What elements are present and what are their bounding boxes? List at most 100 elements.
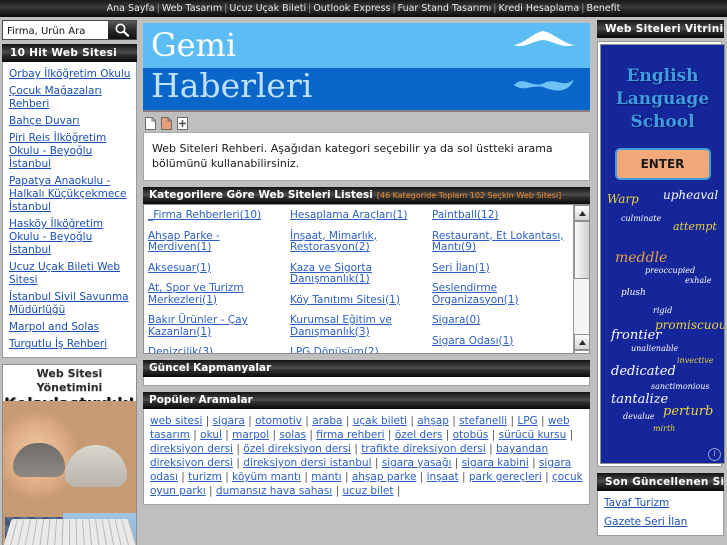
- cloud-word[interactable]: dedicated: [611, 364, 676, 379]
- popular-search-term[interactable]: ahşap: [417, 415, 449, 427]
- popular-search-term[interactable]: sürücü kursu: [499, 429, 567, 441]
- popular-search-term[interactable]: trafikte direksiyon dersi: [361, 443, 486, 455]
- nav-item-4[interactable]: Fuar Stand Tasarımı: [398, 3, 492, 14]
- category-link[interactable]: _Firma Rehberleri(10): [148, 209, 290, 222]
- category-link[interactable]: Köy Tanıtımı Sitesi(1): [290, 294, 432, 307]
- category-link[interactable]: Paintball(12): [432, 209, 574, 222]
- category-link[interactable]: Aksesuar(1): [148, 262, 290, 275]
- category-link[interactable]: İnşaat, Mimarlık, Restorasyon(2): [290, 230, 432, 254]
- nav-item-2[interactable]: Ucuz Uçak Bileti: [229, 3, 306, 14]
- search-button[interactable]: [108, 21, 136, 39]
- scroll-thumb[interactable]: [574, 221, 589, 279]
- cloud-word[interactable]: plush: [621, 288, 646, 298]
- nav-item-6[interactable]: Benefit: [586, 3, 620, 14]
- scroll-up-button-bottom[interactable]: [574, 334, 589, 350]
- list-item[interactable]: Gazete Seri İlan: [598, 513, 723, 532]
- nav-item-5[interactable]: Kredi Hesaplama: [498, 3, 579, 14]
- cloud-word[interactable]: Warp: [607, 192, 639, 206]
- cloud-word[interactable]: perturb: [663, 404, 713, 419]
- popular-search-term[interactable]: stefanelli: [459, 415, 507, 427]
- category-link[interactable]: Restaurant, Et Lokantası, Mantı(9): [432, 230, 574, 254]
- scroll-down-button[interactable]: [574, 350, 589, 353]
- popular-search-term[interactable]: solas: [279, 429, 306, 441]
- scroll-track[interactable]: [574, 279, 589, 334]
- cloud-word[interactable]: exhale: [685, 276, 711, 285]
- list-item[interactable]: Tavaf Turizm: [598, 494, 723, 513]
- list-item[interactable]: İstanbul Sivil Savunma Müdürlüğü: [3, 289, 136, 319]
- popular-search-term[interactable]: uçak bileti: [353, 415, 407, 427]
- category-link[interactable]: Ahşap Parke - Merdiven(1): [148, 230, 290, 254]
- cloud-word[interactable]: meddle: [615, 250, 667, 266]
- list-item[interactable]: Turgutlu İş Rehberi: [3, 336, 136, 353]
- page-icon[interactable]: [145, 116, 156, 130]
- popular-search-term[interactable]: web sitesi: [150, 415, 202, 427]
- list-item[interactable]: Ucuz Uçak Bileti Web Sitesi: [3, 259, 136, 289]
- popular-search-term[interactable]: direksiyon dersi istanbul: [243, 457, 371, 469]
- cloud-word[interactable]: promiscuous: [655, 318, 724, 332]
- nav-item-3[interactable]: Outlook Express: [313, 3, 390, 14]
- category-link[interactable]: At, Spor ve Turizm Merkezleri(1): [148, 282, 290, 306]
- popular-search-term[interactable]: ucuz bilet: [342, 485, 393, 497]
- cloud-word[interactable]: rigid: [653, 306, 672, 315]
- scroll-up-button[interactable]: [574, 205, 589, 221]
- category-link[interactable]: Kaza ve Sigorta Danışmanlık(1): [290, 262, 432, 286]
- cloud-word[interactable]: frontier: [611, 328, 662, 343]
- list-item[interactable]: Orbay İlköğretim Okulu: [3, 66, 136, 83]
- cloud-word[interactable]: invective: [677, 356, 713, 365]
- popular-search-term[interactable]: park gereçleri: [469, 471, 542, 483]
- cloud-word[interactable]: upheaval: [663, 188, 718, 202]
- list-item[interactable]: Piri Reis İlköğretim Okulu - Beyoğlu İst…: [3, 130, 136, 173]
- category-link[interactable]: Denizcilik(3): [148, 346, 290, 353]
- category-link[interactable]: Bakır Ürünler - Çay Kazanları(1): [148, 314, 290, 338]
- page-orange-icon[interactable]: [161, 116, 172, 130]
- popular-search-term[interactable]: direksiyon dersi: [150, 443, 233, 455]
- category-link[interactable]: Hesaplama Araçları(1): [290, 209, 432, 222]
- popular-search-term[interactable]: turizm: [188, 471, 222, 483]
- popular-search-term[interactable]: sigara yasağı: [382, 457, 452, 469]
- add-favorite-icon[interactable]: [177, 116, 188, 130]
- popular-search-term[interactable]: sigara kabini: [462, 457, 529, 469]
- list-item[interactable]: Bahçe Duvarı: [3, 113, 136, 130]
- search-box[interactable]: [2, 20, 137, 40]
- popular-search-term[interactable]: özel ders: [395, 429, 443, 441]
- category-link[interactable]: Sigara Odası(1): [432, 335, 574, 348]
- cloud-word[interactable]: sanctimonious: [651, 382, 709, 391]
- popular-search-term[interactable]: okul: [200, 429, 222, 441]
- popular-search-term[interactable]: inşaat: [427, 471, 459, 483]
- popular-search-term[interactable]: marpol: [232, 429, 269, 441]
- popular-search-term[interactable]: otomotiv: [255, 415, 302, 427]
- search-input[interactable]: [5, 23, 113, 39]
- categories-scrollbar[interactable]: [573, 205, 589, 353]
- cloud-word[interactable]: preoccupied: [645, 266, 695, 275]
- list-item[interactable]: Marpol and Solas: [3, 319, 136, 336]
- popular-search-term[interactable]: köyüm mantı: [232, 471, 301, 483]
- popular-search-term[interactable]: sigara: [213, 415, 245, 427]
- popular-search-term[interactable]: mantı: [311, 471, 341, 483]
- category-link[interactable]: LPG Dönüşüm(2): [290, 346, 432, 353]
- enter-button[interactable]: ENTER: [614, 148, 711, 180]
- category-link[interactable]: Kurumsal Eğitim ve Danışmanlık(3): [290, 314, 432, 338]
- category-link[interactable]: Seslendirme Organizasyon(1): [432, 282, 574, 306]
- list-item[interactable]: Papatya Anaokulu - Halkalı Küçükçekmece …: [3, 173, 136, 216]
- cloud-word[interactable]: tantalize: [611, 392, 668, 407]
- popular-search-term[interactable]: otobüs: [453, 429, 489, 441]
- nav-item-0[interactable]: Ana Sayfa: [107, 3, 155, 14]
- popular-search-term[interactable]: araba: [312, 415, 342, 427]
- safrannet-banner-ad[interactable]: Web Sitesi Yönetimini Kolaylaştırdık! SA…: [2, 364, 137, 545]
- list-item[interactable]: Çocuk Mağazaları Rehberi: [3, 83, 136, 113]
- category-link[interactable]: Sigara(0): [432, 314, 574, 327]
- cloud-word[interactable]: devalue: [623, 412, 655, 421]
- cloud-word[interactable]: unalienable: [631, 344, 678, 353]
- cloud-word[interactable]: culminate: [621, 214, 661, 223]
- popular-search-term[interactable]: ahşap parke: [352, 471, 417, 483]
- popular-search-term[interactable]: LPG: [517, 415, 537, 427]
- cloud-word[interactable]: attempt: [673, 220, 717, 233]
- popular-search-term[interactable]: dumansız hava sahası: [216, 485, 332, 497]
- cloud-word[interactable]: mirth: [653, 424, 675, 433]
- list-item[interactable]: Hasköy İlköğretim Okulu - Beyoğlu İstanb…: [3, 216, 136, 259]
- english-school-ad[interactable]: English Language School ENTER Warp upheav…: [600, 44, 725, 464]
- nav-item-1[interactable]: Web Tasarım: [162, 3, 222, 14]
- info-icon[interactable]: i: [708, 448, 721, 461]
- popular-search-term[interactable]: özel direksiyon dersi: [243, 443, 351, 455]
- popular-search-term[interactable]: firma rehberi: [316, 429, 384, 441]
